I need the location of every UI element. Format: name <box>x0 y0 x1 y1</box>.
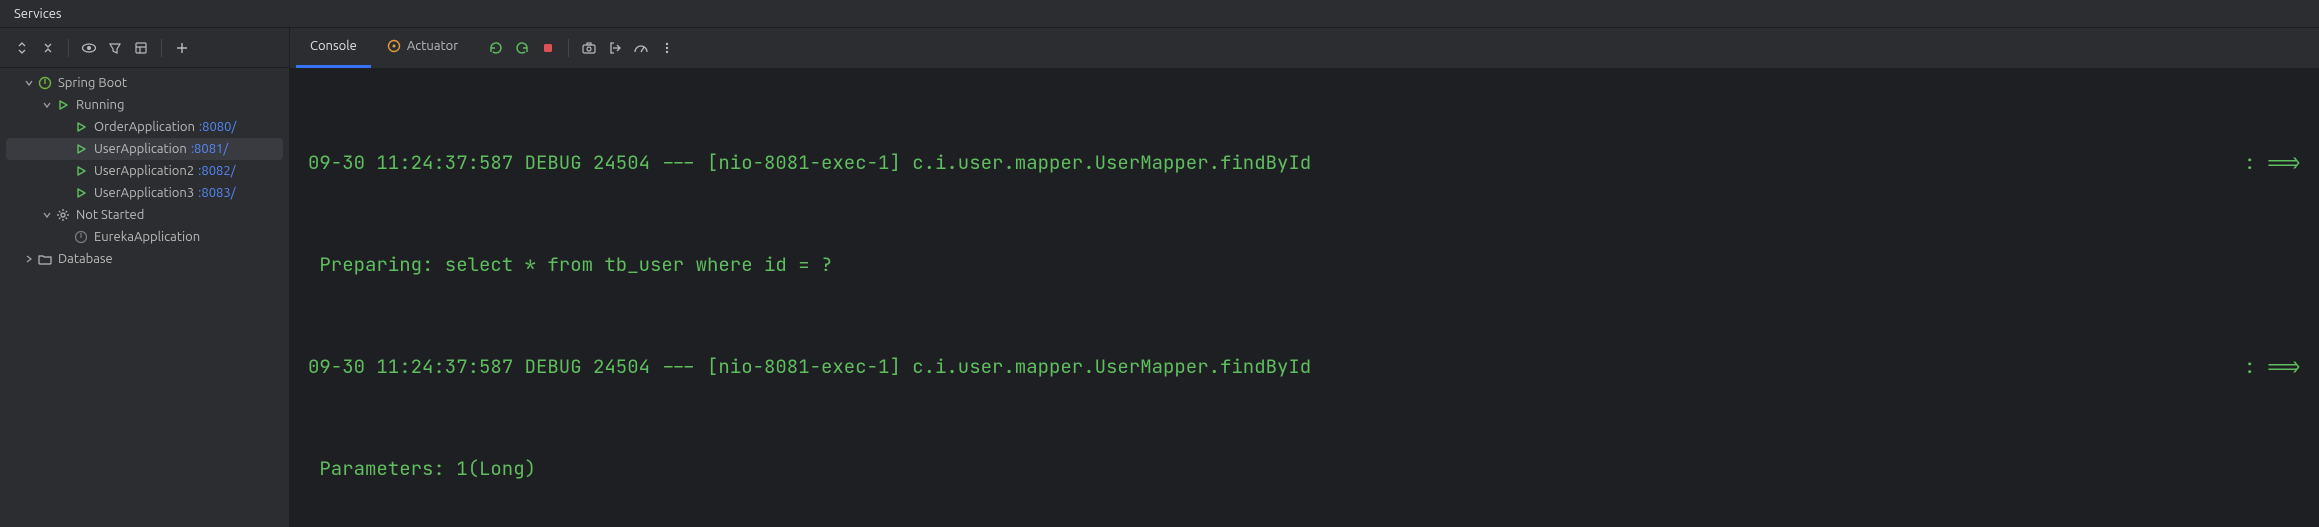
app-port[interactable]: :8083/ <box>198 186 235 200</box>
tree-node-running[interactable]: Running <box>0 94 289 116</box>
tab-actuator[interactable]: Actuator <box>373 28 472 68</box>
console-panel: Console Actuator 09-30 11:24:37:587 DEBU… <box>290 28 2319 527</box>
run-icon <box>72 121 90 133</box>
app-port[interactable]: :8080/ <box>199 120 236 134</box>
tab-label: Console <box>310 39 357 53</box>
rerun-icon[interactable] <box>484 36 508 60</box>
tab-label: Actuator <box>407 39 458 53</box>
tree-node-app[interactable]: EurekaApplication <box>0 226 289 248</box>
collapse-selector-icon[interactable] <box>36 36 60 60</box>
tree-label: UserApplication2 <box>94 164 194 178</box>
run-icon <box>72 187 90 199</box>
tree-label: EurekaApplication <box>94 230 200 244</box>
tree-node-app[interactable]: OrderApplication :8080/ <box>0 116 289 138</box>
tree-label: UserApplication3 <box>94 186 194 200</box>
services-left-panel: Spring Boot Running OrderApplication :80… <box>0 28 290 527</box>
springboot-icon <box>36 76 54 90</box>
tree-node-springboot[interactable]: Spring Boot <box>0 72 289 94</box>
tree-node-notstarted[interactable]: Not Started <box>0 204 289 226</box>
app-port[interactable]: :8081/ <box>191 142 228 156</box>
chevron-right-icon[interactable] <box>22 254 36 264</box>
tree-node-database[interactable]: Database <box>0 248 289 270</box>
app-port[interactable]: :8082/ <box>198 164 235 178</box>
console-output[interactable]: 09-30 11:24:37:587 DEBUG 24504 --- [nio-… <box>290 68 2319 527</box>
expand-selector-icon[interactable] <box>10 36 34 60</box>
run-icon <box>72 165 90 177</box>
chevron-down-icon[interactable] <box>22 78 36 88</box>
tree-label: Database <box>58 252 113 266</box>
chevron-down-icon[interactable] <box>40 100 54 110</box>
view-icon[interactable] <box>77 36 101 60</box>
panel-title-text: Services <box>14 7 62 21</box>
tree-label: UserApplication <box>94 142 187 156</box>
tree-label: OrderApplication <box>94 120 195 134</box>
more-icon[interactable] <box>655 36 679 60</box>
tree-label: Not Started <box>76 208 144 222</box>
tree-node-app[interactable]: UserApplication2 :8082/ <box>0 160 289 182</box>
tree-label: Running <box>76 98 124 112</box>
log-line: Preparing: select * from tb_user where i… <box>308 248 2301 282</box>
tree-label: Spring Boot <box>58 76 127 90</box>
services-left-toolbar <box>0 28 289 68</box>
add-icon[interactable] <box>170 36 194 60</box>
separator <box>161 39 162 57</box>
services-tree[interactable]: Spring Boot Running OrderApplication :80… <box>0 68 289 527</box>
console-toolbar: Console Actuator <box>290 28 2319 68</box>
run-icon <box>54 99 72 111</box>
log-line: 09-30 11:24:37:587 DEBUG 24504 --- [nio-… <box>308 146 2301 180</box>
filter-icon[interactable] <box>103 36 127 60</box>
tree-node-app-selected[interactable]: UserApplication :8081/ <box>6 138 283 160</box>
separator <box>568 39 569 57</box>
springboot-icon <box>72 230 90 244</box>
actuator-icon <box>387 39 401 53</box>
gear-icon <box>54 208 72 222</box>
main: Spring Boot Running OrderApplication :80… <box>0 28 2319 527</box>
run-icon <box>72 143 90 155</box>
stop-icon[interactable] <box>536 36 560 60</box>
exit-icon[interactable] <box>603 36 627 60</box>
tree-node-app[interactable]: UserApplication3 :8083/ <box>0 182 289 204</box>
camera-icon[interactable] <box>577 36 601 60</box>
folder-icon <box>36 253 54 265</box>
profiler-icon[interactable] <box>629 36 653 60</box>
layout-icon[interactable] <box>129 36 153 60</box>
rerun-debug-icon[interactable] <box>510 36 534 60</box>
tab-console[interactable]: Console <box>296 28 371 68</box>
log-line: Parameters: 1(Long) <box>308 452 2301 486</box>
chevron-down-icon[interactable] <box>40 210 54 220</box>
separator <box>68 39 69 57</box>
log-line: 09-30 11:24:37:587 DEBUG 24504 --- [nio-… <box>308 350 2301 384</box>
panel-title: Services <box>0 0 2319 28</box>
